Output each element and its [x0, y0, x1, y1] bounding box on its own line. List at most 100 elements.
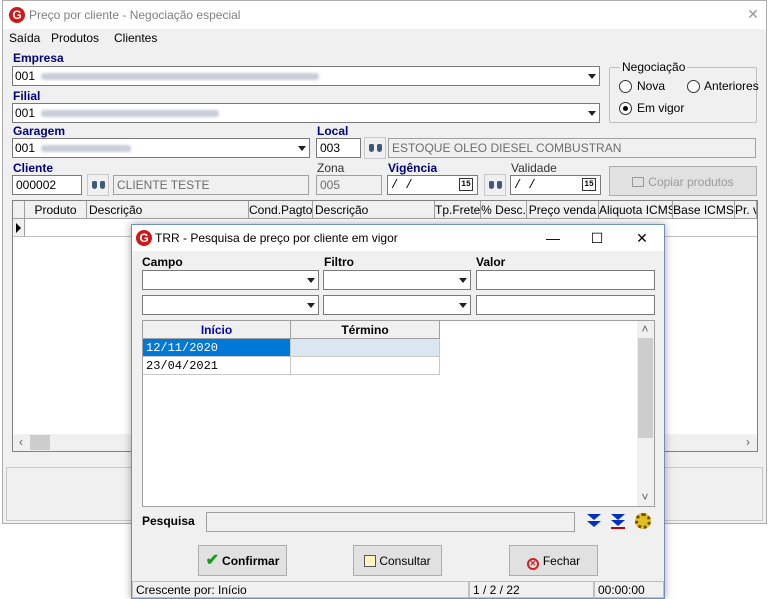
grid-row-header — [13, 201, 25, 219]
app-logo-icon: G — [9, 7, 25, 23]
col-termino-header[interactable]: Término — [291, 321, 440, 339]
campo-select-2[interactable] — [142, 295, 319, 315]
empresa-select[interactable]: 001 — [12, 66, 600, 86]
calendar-icon[interactable]: 15 — [582, 178, 596, 191]
campo-select-1[interactable] — [142, 270, 319, 290]
valor-input-2[interactable] — [476, 295, 655, 315]
grid-col-produto[interactable]: Produto — [25, 201, 87, 219]
filtro-select-1[interactable] — [323, 270, 471, 290]
filtro-label: Filtro — [324, 255, 354, 269]
calendar-icon[interactable]: 15 — [459, 178, 473, 191]
row-1-termino[interactable] — [291, 339, 440, 357]
app-logo-icon: G — [136, 230, 152, 246]
vigencia-date-input[interactable]: / / 15 — [387, 175, 478, 195]
pesquisa-input[interactable] — [206, 512, 575, 532]
grid-col-pr-vig[interactable]: Pr. vig — [735, 201, 757, 219]
scroll-up-icon[interactable]: ˄ — [637, 321, 653, 337]
valor-label: Valor — [476, 255, 506, 269]
filial-label: Filial — [13, 89, 41, 103]
confirmar-button[interactable]: ✔ Confirmar — [198, 545, 287, 576]
menu-bar: Saída Produtos Clientes — [3, 29, 766, 48]
validade-date-input[interactable]: / / 15 — [510, 175, 601, 195]
consultar-button[interactable]: Consultar — [353, 545, 442, 576]
menu-saida[interactable]: Saída — [9, 31, 40, 45]
grid-col-preco-venda[interactable]: Preço venda — [527, 201, 599, 219]
main-close-icon[interactable]: ✕ — [731, 1, 769, 27]
copiar-produtos-label: Copiar produtos — [648, 175, 734, 189]
radio-em-vigor[interactable] — [619, 102, 632, 115]
scroll-thumb[interactable] — [30, 435, 50, 450]
document-icon — [364, 555, 377, 567]
empresa-redacted-name — [41, 73, 319, 80]
copy-icon — [632, 177, 645, 187]
cliente-label: Cliente — [13, 161, 54, 175]
menu-clientes[interactable]: Clientes — [114, 31, 157, 45]
local-label: Local — [317, 124, 349, 138]
garagem-select[interactable]: 001 — [12, 138, 310, 158]
chevron-down-icon[interactable] — [582, 67, 599, 85]
grid-col-cond-pagto[interactable]: Cond.Pagto — [249, 201, 313, 219]
garagem-code: 001 — [15, 141, 36, 155]
chevron-down-icon[interactable] — [301, 296, 318, 314]
radio-nova[interactable] — [619, 80, 632, 93]
empresa-label: Empresa — [13, 51, 64, 65]
validade-value: / / — [514, 178, 536, 192]
dialog-title: TRR - Pesquisa de preço por cliente em v… — [155, 231, 398, 245]
results-list: Início Término 12/11/2020 23/04/2021 ˄ ˅ — [142, 320, 655, 507]
cliente-name: CLIENTE TESTE — [113, 175, 309, 195]
grid-col-base-icms[interactable]: Base ICMS — [673, 201, 735, 219]
maximize-icon[interactable]: ☐ — [575, 225, 619, 251]
grid-col-descricao[interactable]: Descrição — [87, 201, 249, 219]
cliente-search-button[interactable] — [87, 174, 109, 196]
main-window-title: Preço por cliente - Negociação especial — [29, 8, 241, 22]
row-2-termino[interactable] — [291, 357, 440, 375]
campo-label: Campo — [142, 255, 183, 269]
chevron-down-icon[interactable] — [582, 104, 599, 122]
grid-col-desc-pct[interactable]: % Desc. — [481, 201, 527, 219]
valor-input-1[interactable] — [476, 270, 655, 290]
minimize-icon[interactable]: — — [531, 225, 575, 251]
filial-select[interactable]: 001 — [12, 103, 600, 123]
results-vertical-scrollbar[interactable]: ˄ ˅ — [637, 321, 654, 506]
col-inicio-header[interactable]: Início — [143, 321, 291, 339]
negociacao-group: Negociação Nova Anteriores Em vigor — [609, 60, 759, 123]
binoculars-icon — [369, 144, 382, 153]
filial-code: 001 — [15, 106, 36, 120]
row-1-inicio[interactable]: 12/11/2020 — [143, 339, 291, 357]
grid-col-descricao-2[interactable]: Descrição — [313, 201, 435, 219]
filtro-select-2[interactable] — [323, 295, 471, 315]
vigencia-label: Vigência — [388, 161, 438, 175]
local-code-input[interactable]: 003 — [316, 138, 361, 158]
gear-icon[interactable] — [635, 513, 651, 529]
binoculars-icon — [489, 181, 502, 190]
menu-produtos[interactable]: Produtos — [51, 31, 99, 45]
row-2-inicio[interactable]: 23/04/2021 — [143, 357, 291, 375]
vigencia-search-button[interactable] — [484, 174, 506, 196]
fechar-button[interactable]: ✕ Fechar — [509, 545, 598, 576]
local-description: ESTOQUE OLEO DIESEL COMBUSTRAN — [388, 138, 756, 158]
radio-anteriores[interactable] — [687, 80, 700, 93]
radio-anteriores-label: Anteriores — [704, 79, 759, 93]
scroll-left-icon[interactable]: ‹ — [13, 434, 29, 450]
local-search-button[interactable] — [364, 137, 386, 159]
scroll-thumb[interactable] — [638, 338, 653, 438]
copiar-produtos-button[interactable]: Copiar produtos — [609, 166, 757, 196]
grid-col-aliquota-icms[interactable]: Aliquota ICMS — [599, 201, 673, 219]
chevron-down-icon[interactable] — [301, 271, 318, 289]
chevron-down-icon[interactable] — [292, 139, 309, 157]
chevron-down-icon[interactable] — [453, 271, 470, 289]
fechar-label: Fechar — [542, 554, 581, 568]
current-row-arrow-icon — [16, 223, 21, 233]
scroll-right-icon[interactable]: › — [740, 434, 756, 450]
chevron-down-icon[interactable] — [453, 296, 470, 314]
radio-em-vigor-label: Em vigor — [637, 101, 685, 115]
cliente-code-input[interactable]: 000002 — [12, 175, 82, 195]
grid-row-indicator — [13, 219, 25, 237]
cancel-icon: ✕ — [526, 558, 539, 570]
status-sort: Crescente por: Início — [132, 581, 469, 598]
last-result-icon[interactable] — [611, 514, 625, 530]
close-icon[interactable]: ✕ — [620, 225, 664, 251]
next-result-icon[interactable] — [587, 514, 601, 530]
scroll-down-icon[interactable]: ˅ — [637, 489, 653, 505]
grid-col-tp-frete[interactable]: Tp.Frete — [435, 201, 481, 219]
